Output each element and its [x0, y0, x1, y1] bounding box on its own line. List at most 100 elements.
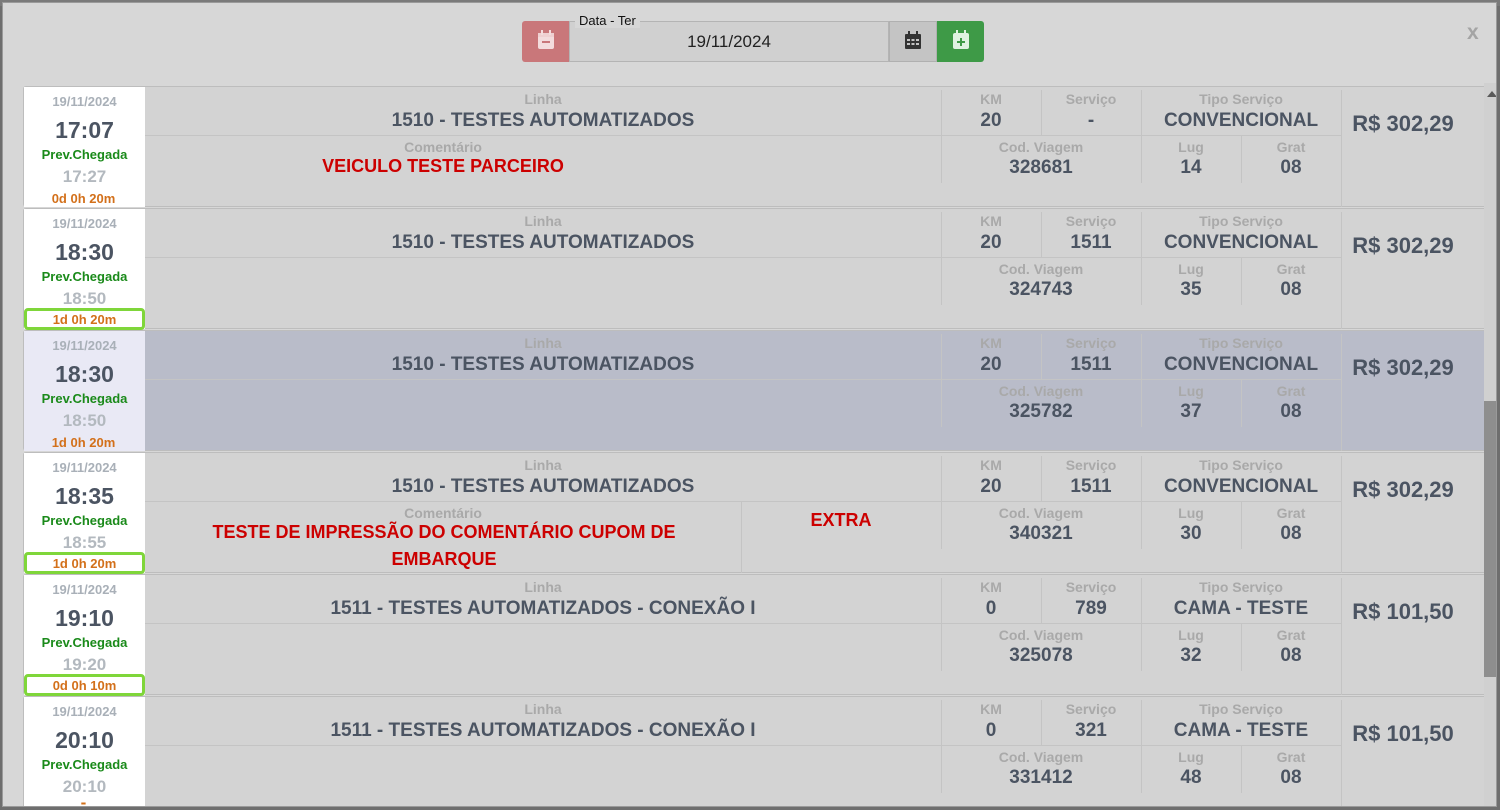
tipo-servico-label: Tipo Serviço [1199, 701, 1283, 717]
km-label: KM [980, 579, 1002, 595]
trip-time-column: 19/11/2024 18:30 Prev.Chegada 18:50 1d 0h 20… [24, 209, 145, 330]
lug-value: 14 [1180, 157, 1202, 178]
departure-time: 20:10 [55, 727, 114, 753]
servico-label: Serviço [1065, 701, 1117, 717]
trip-time-column: 19/11/2024 19:10 Prev.Chegada 19:20 0d 0h 10… [24, 575, 145, 696]
trip-row[interactable]: 19/11/2024 20:10 Prev.Chegada 20:10- Linha 15… [23, 696, 1485, 807]
cod-viagem-label: Cod. Viagem [998, 261, 1084, 277]
cod-viagem-value: 325078 [1009, 645, 1073, 666]
servico-value: - [1087, 110, 1095, 131]
lug-label: Lug [1178, 749, 1204, 765]
row-divider [145, 501, 1341, 502]
km-value: 20 [980, 354, 1002, 375]
lug-value: 35 [1180, 279, 1202, 300]
trip-date: 19/11/2024 [52, 94, 117, 109]
cod-viagem-value: 328681 [1009, 157, 1073, 178]
trip-duration: 0d 0h 10m [24, 674, 145, 696]
calendar-plus-icon [953, 30, 969, 49]
extra-flag: EXTRA [810, 510, 872, 530]
lug-label: Lug [1178, 139, 1204, 155]
row-divider [145, 257, 1341, 258]
servico-label: Serviço [1065, 457, 1117, 473]
tipo-servico-label: Tipo Serviço [1199, 335, 1283, 351]
tipo-servico-label: Tipo Serviço [1199, 213, 1283, 229]
linha-label: Linha [524, 701, 562, 717]
prev-chegada-label: Prev.Chegada [41, 757, 128, 772]
km-label: KM [980, 701, 1002, 717]
cod-viagem-value: 340321 [1009, 523, 1073, 544]
grat-label: Grat [1276, 139, 1306, 155]
calendar-icon [905, 31, 921, 49]
trip-list: 19/11/2024 17:07 Prev.Chegada 17:27 0d 0h 20… [23, 83, 1485, 807]
scroll-up-arrow-icon[interactable] [1487, 91, 1496, 97]
column-divider [1341, 90, 1342, 207]
close-button[interactable]: x [1467, 21, 1479, 45]
trip-price: R$ 101,50 [1352, 599, 1454, 624]
trip-row[interactable]: 19/11/2024 18:35 Prev.Chegada 18:55 1d 0h 20… [23, 452, 1485, 574]
lug-value: 37 [1180, 401, 1202, 422]
grat-value: 08 [1280, 767, 1302, 788]
cod-viagem-label: Cod. Viagem [998, 139, 1084, 155]
scrollbar-thumb[interactable] [1484, 401, 1496, 677]
departure-time: 19:10 [55, 605, 114, 631]
trip-duration: 1d 0h 20m [24, 308, 145, 330]
tipo-servico-value: CAMA - TESTE [1173, 720, 1309, 741]
grat-value: 08 [1280, 157, 1302, 178]
row-divider [145, 135, 1341, 136]
servico-value: 1511 [1070, 232, 1112, 253]
linha-value: 1511 - TESTES AUTOMATIZADOS - CONEXÃO I [330, 720, 756, 741]
departure-time: 18:30 [55, 361, 114, 387]
arrival-time: 18:55 [62, 533, 107, 552]
trip-price: R$ 101,50 [1352, 721, 1454, 746]
cod-viagem-label: Cod. Viagem [998, 505, 1084, 521]
servico-value: 1511 [1070, 354, 1112, 375]
trip-date: 19/11/2024 [52, 216, 117, 231]
trip-date: 19/11/2024 [52, 582, 117, 597]
linha-value: 1511 - TESTES AUTOMATIZADOS - CONEXÃO I [330, 598, 756, 619]
trip-time-column: 19/11/2024 20:10 Prev.Chegada 20:10- [24, 697, 145, 807]
trip-time-column: 19/11/2024 17:07 Prev.Chegada 17:27 0d 0h 20… [24, 87, 145, 207]
modal-header: 19/11/2024 Data - Ter x [3, 3, 1496, 83]
tipo-servico-value: CONVENCIONAL [1163, 476, 1319, 497]
prev-chegada-label: Prev.Chegada [41, 635, 128, 650]
linha-value: 1510 - TESTES AUTOMATIZADOS [391, 232, 695, 253]
trip-price: R$ 302,29 [1352, 477, 1454, 502]
departure-time: 17:07 [55, 117, 114, 143]
cod-viagem-value: 331412 [1009, 767, 1073, 788]
servico-label: Serviço [1065, 213, 1117, 229]
column-divider [1341, 578, 1342, 695]
trip-row[interactable]: 19/11/2024 18:30 Prev.Chegada 18:50 1d 0h 20… [23, 208, 1485, 330]
grat-label: Grat [1276, 261, 1306, 277]
servico-value: 789 [1075, 598, 1107, 619]
tipo-servico-value: CONVENCIONAL [1163, 110, 1319, 131]
tipo-servico-label: Tipo Serviço [1199, 579, 1283, 595]
trip-date: 19/11/2024 [52, 338, 117, 353]
tipo-servico-value: CONVENCIONAL [1163, 354, 1319, 375]
grat-label: Grat [1276, 749, 1306, 765]
departure-time: 18:35 [55, 483, 114, 509]
km-value: 0 [985, 598, 997, 619]
row-divider [145, 379, 1341, 380]
trip-date: 19/11/2024 [52, 460, 117, 475]
linha-label: Linha [524, 579, 562, 595]
lug-value: 32 [1180, 645, 1202, 666]
trip-row[interactable]: 19/11/2024 18:30 Prev.Chegada 18:50 1d 0h 20… [23, 330, 1485, 451]
trip-row[interactable]: 19/11/2024 17:07 Prev.Chegada 17:27 0d 0h 20… [23, 86, 1485, 207]
km-value: 0 [985, 720, 997, 741]
grat-label: Grat [1276, 627, 1306, 643]
arrival-time: 17:27 [62, 167, 107, 186]
row-divider [145, 745, 1341, 746]
prev-chegada-label: Prev.Chegada [41, 513, 128, 528]
cod-viagem-label: Cod. Viagem [998, 749, 1084, 765]
open-calendar-button[interactable] [889, 21, 937, 62]
trip-time-column: 19/11/2024 18:30 Prev.Chegada 18:50 1d 0h 20… [24, 331, 145, 451]
lug-label: Lug [1178, 261, 1204, 277]
trip-row[interactable]: 19/11/2024 19:10 Prev.Chegada 19:20 0d 0h 10… [23, 574, 1485, 696]
trip-duration: - [80, 793, 87, 807]
grat-value: 08 [1280, 279, 1302, 300]
servico-value: 321 [1075, 720, 1107, 741]
lug-label: Lug [1178, 505, 1204, 521]
next-day-button[interactable] [937, 21, 984, 62]
previous-day-button[interactable] [522, 21, 569, 62]
cod-viagem-value: 324743 [1009, 279, 1073, 300]
